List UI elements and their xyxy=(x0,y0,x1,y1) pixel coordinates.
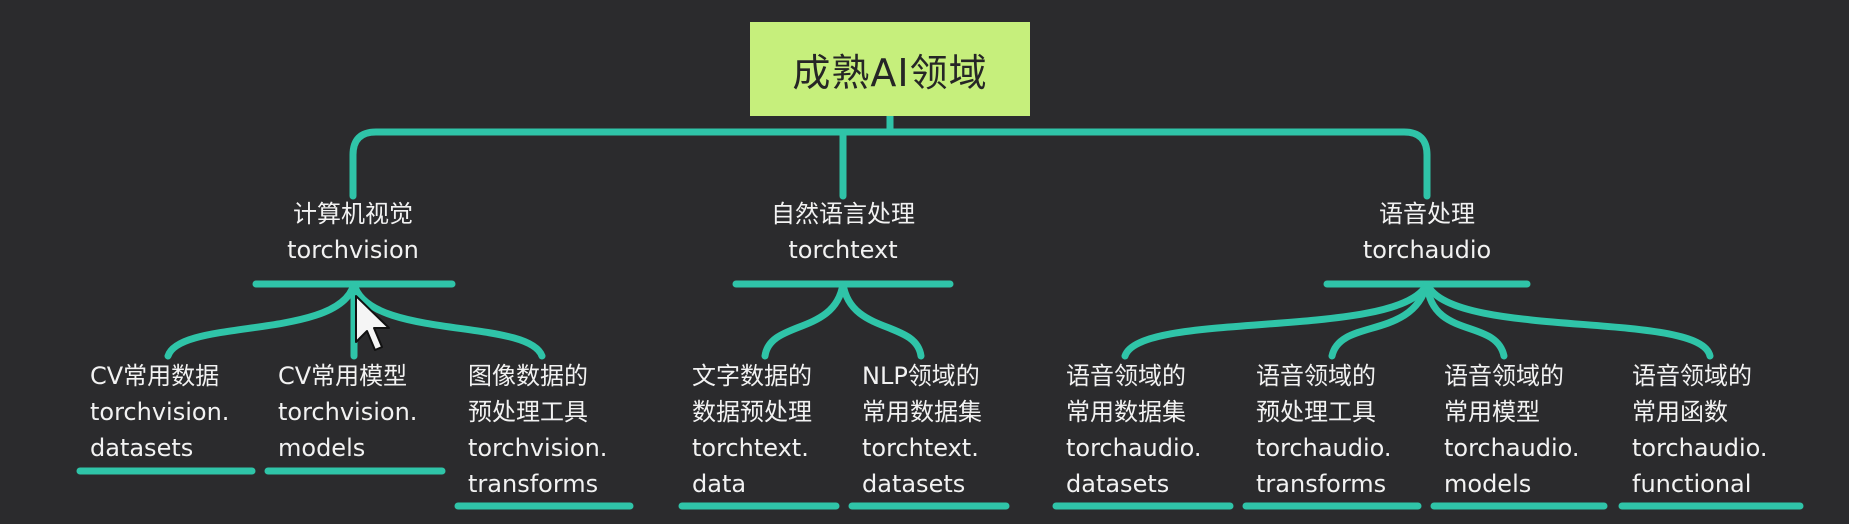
leaf-line: torchvision. xyxy=(468,434,608,462)
leaf-line: torchaudio. xyxy=(1066,434,1202,462)
leaf-text-data: 文字数据的 数据预处理 torchtext. data xyxy=(692,358,812,502)
leaf-line: transforms xyxy=(468,470,599,498)
leaf-line: torchtext. xyxy=(862,434,979,462)
category-package: torchvision xyxy=(287,236,419,264)
branch-audio-4 xyxy=(1423,280,1714,360)
leaf-line: torchaudio. xyxy=(1444,434,1580,462)
leaf-cv-models: CV常用模型 torchvision. models xyxy=(278,358,417,466)
leaf-line: 语音领域的 xyxy=(1632,362,1752,390)
leaf-line: datasets xyxy=(862,470,966,498)
category-title: 语音处理 xyxy=(1379,200,1475,228)
top-bar xyxy=(349,128,1431,159)
leaf-audio-datasets: 语音领域的 常用数据集 torchaudio. datasets xyxy=(1066,358,1202,502)
leaf-line: transforms xyxy=(1256,470,1387,498)
leaf-line: 数据预处理 xyxy=(692,398,812,426)
leaf-line: NLP领域的 xyxy=(862,362,980,390)
leaf-line: 图像数据的 xyxy=(468,362,588,390)
leaf-line: 常用函数 xyxy=(1632,398,1728,426)
leaf-line: 语音领域的 xyxy=(1066,362,1186,390)
leaf-line: models xyxy=(1444,470,1532,498)
branch-vision-1 xyxy=(164,280,358,360)
leaf-audio-functional: 语音领域的 常用函数 torchaudio. functional xyxy=(1632,358,1768,502)
leaf-line: CV常用模型 xyxy=(278,362,408,390)
leaf-line: 常用模型 xyxy=(1444,398,1540,426)
leaf-line: torchaudio. xyxy=(1256,434,1392,462)
leaf-line: torchvision. xyxy=(90,398,230,426)
leaf-line: data xyxy=(692,470,747,498)
category-package: torchaudio xyxy=(1362,236,1492,264)
leaf-line: 常用数据集 xyxy=(862,398,982,426)
root-label: 成熟AI领域 xyxy=(792,50,988,95)
category-package: torchtext xyxy=(788,236,898,264)
branch-text-2 xyxy=(839,280,925,360)
category-audio: 语音处理 torchaudio xyxy=(1327,196,1527,268)
root-node: 成熟AI领域 xyxy=(750,22,1030,116)
leaf-line: 预处理工具 xyxy=(468,398,588,426)
leaf-line: torchaudio. xyxy=(1632,434,1768,462)
category-vision: 计算机视觉 torchvision xyxy=(253,196,453,268)
leaf-cv-datasets: CV常用数据 torchvision. datasets xyxy=(90,358,229,466)
leaf-audio-transforms: 语音领域的 预处理工具 torchaudio. transforms xyxy=(1256,358,1392,502)
leaf-line: torchvision. xyxy=(278,398,418,426)
leaf-audio-models: 语音领域的 常用模型 torchaudio. models xyxy=(1444,358,1580,502)
branch-text-1 xyxy=(761,280,847,360)
leaf-line: models xyxy=(278,434,366,462)
leaf-line: datasets xyxy=(1066,470,1170,498)
category-title: 自然语言处理 xyxy=(771,200,915,228)
branch-audio-1 xyxy=(1121,280,1431,360)
leaf-line: 语音领域的 xyxy=(1256,362,1376,390)
leaf-line: torchtext. xyxy=(692,434,809,462)
category-nlp: 自然语言处理 torchtext xyxy=(733,196,953,268)
leaf-cv-transforms: 图像数据的 预处理工具 torchvision. transforms xyxy=(468,358,607,502)
leaf-line: 预处理工具 xyxy=(1256,398,1376,426)
leaf-line: 文字数据的 xyxy=(692,362,812,390)
leaf-text-datasets: NLP领域的 常用数据集 torchtext. datasets xyxy=(862,358,982,502)
category-title: 计算机视觉 xyxy=(293,200,413,228)
leaf-line: 语音领域的 xyxy=(1444,362,1564,390)
leaf-line: datasets xyxy=(90,434,194,462)
leaf-line: functional xyxy=(1632,470,1752,498)
leaf-line: 常用数据集 xyxy=(1066,398,1186,426)
leaf-line: CV常用数据 xyxy=(90,362,220,390)
